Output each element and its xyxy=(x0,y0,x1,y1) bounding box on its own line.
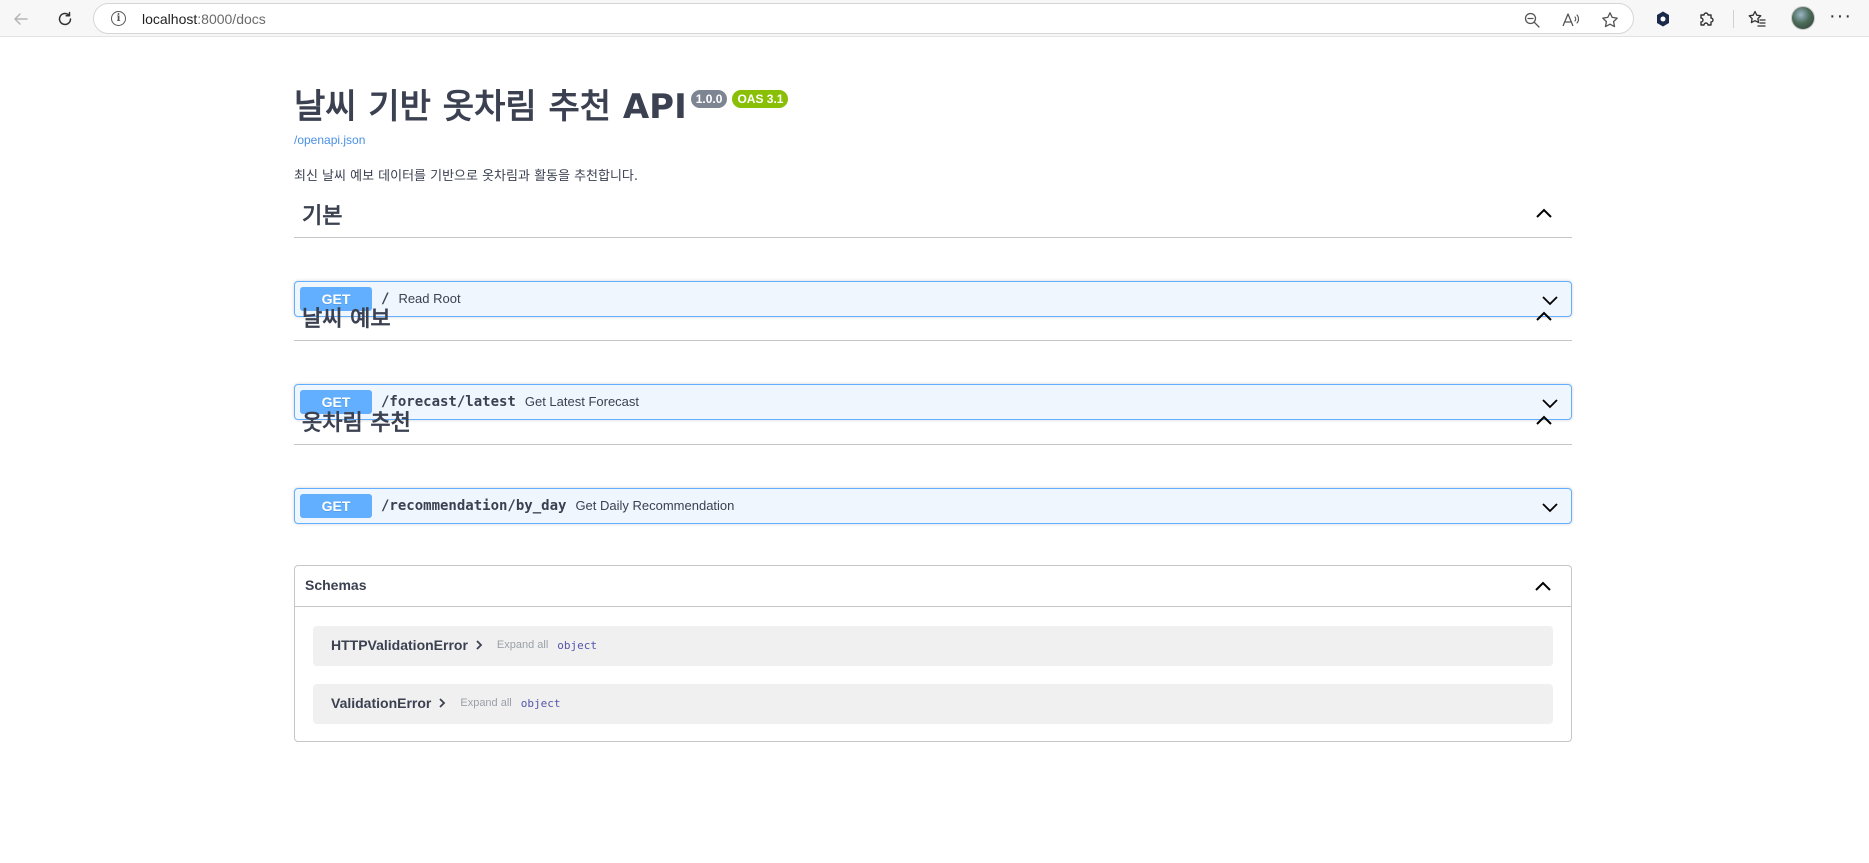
expand-all-button[interactable]: Expand all xyxy=(497,639,548,651)
chevron-right-icon[interactable] xyxy=(475,640,483,650)
page-title: 날씨 기반 옷차림 추천 API xyxy=(294,87,687,127)
opblock-get-recommendation-by-day[interactable]: GET /recommendation/by_day Get Daily Reco… xyxy=(294,488,1572,524)
puzzle-icon[interactable] xyxy=(1695,7,1719,31)
chevron-up-icon[interactable] xyxy=(1534,204,1554,224)
model-http-validation-error[interactable]: HTTPValidationError Expand all object xyxy=(313,626,1553,666)
address-bar[interactable]: i localhost:8000/docs xyxy=(93,3,1634,34)
chevron-up-icon[interactable] xyxy=(1534,307,1554,327)
url-host: localhost xyxy=(142,11,198,27)
model-name-row: HTTPValidationError Expand all object xyxy=(331,637,597,653)
chevron-up-icon[interactable] xyxy=(1534,411,1554,431)
more-icon[interactable]: ··· xyxy=(1829,6,1852,26)
tag-title: 기본 xyxy=(302,204,343,229)
tag-section-basic: 기본 xyxy=(294,192,1572,238)
tag-section-recommendation: 옷차림 추천 xyxy=(294,399,1572,445)
url-path: :8000/docs xyxy=(197,11,266,27)
model-name-row: ValidationError Expand all object xyxy=(331,695,560,711)
operation-summary: Get Daily Recommendation xyxy=(575,498,735,513)
chevron-right-icon[interactable] xyxy=(438,698,446,708)
info-icon[interactable]: i xyxy=(111,11,126,26)
schemas-title: Schemas xyxy=(305,577,367,593)
favorites-icon[interactable] xyxy=(1745,7,1769,31)
model-type: object xyxy=(557,638,598,652)
version-badge: 1.0.0 xyxy=(690,90,728,108)
tag-header-recommendation[interactable]: 옷차림 추천 xyxy=(294,399,1572,445)
info-title-row: 날씨 기반 옷차림 추천 API 1.0.0 OAS 3.1 xyxy=(294,87,789,127)
model-name: HTTPValidationError xyxy=(331,637,468,653)
oas-badge: OAS 3.1 xyxy=(732,90,789,108)
browser-toolbar: i localhost:8000/docs ··· xyxy=(0,0,1869,37)
toolbar-divider xyxy=(1733,10,1734,28)
api-description: 최신 날씨 예보 데이터를 기반으로 옷차림과 활동을 추천합니다. xyxy=(294,169,639,184)
tag-header-basic[interactable]: 기본 xyxy=(294,192,1572,238)
path-text: /recommendation/by_day xyxy=(381,498,567,514)
arrow-left-icon xyxy=(14,13,28,25)
avatar[interactable] xyxy=(1791,6,1815,30)
read-aloud-icon[interactable] xyxy=(1561,10,1581,30)
expand-all-button[interactable]: Expand all xyxy=(460,697,511,709)
zoom-out-icon[interactable] xyxy=(1522,10,1542,30)
schemas-header[interactable]: Schemas xyxy=(295,566,1571,607)
chevron-down-icon[interactable] xyxy=(1541,498,1559,516)
tag-title: 옷차림 추천 xyxy=(302,411,411,436)
method-badge: GET xyxy=(300,494,372,518)
operation-path: /recommendation/by_day Get Daily Recommen… xyxy=(381,498,734,514)
schemas-section: Schemas HTTPValidationError Expand all o… xyxy=(294,565,1572,742)
model-validation-error[interactable]: ValidationError Expand all object xyxy=(313,684,1553,724)
star-icon[interactable] xyxy=(1600,10,1620,30)
back-button[interactable] xyxy=(8,6,34,32)
openapi-json-link[interactable]: /openapi.json xyxy=(294,133,365,147)
tag-header-forecast[interactable]: 날씨 예보 xyxy=(294,295,1572,341)
tag-section-forecast: 날씨 예보 xyxy=(294,295,1572,341)
chevron-up-icon[interactable] xyxy=(1533,577,1553,597)
extension-shield-icon[interactable] xyxy=(1651,7,1675,31)
reload-icon xyxy=(58,11,72,26)
model-name: ValidationError xyxy=(331,695,432,711)
model-type: object xyxy=(520,696,561,710)
address-url[interactable]: localhost:8000/docs xyxy=(142,11,266,27)
tag-title: 날씨 예보 xyxy=(302,307,391,332)
reload-button[interactable] xyxy=(52,6,78,32)
